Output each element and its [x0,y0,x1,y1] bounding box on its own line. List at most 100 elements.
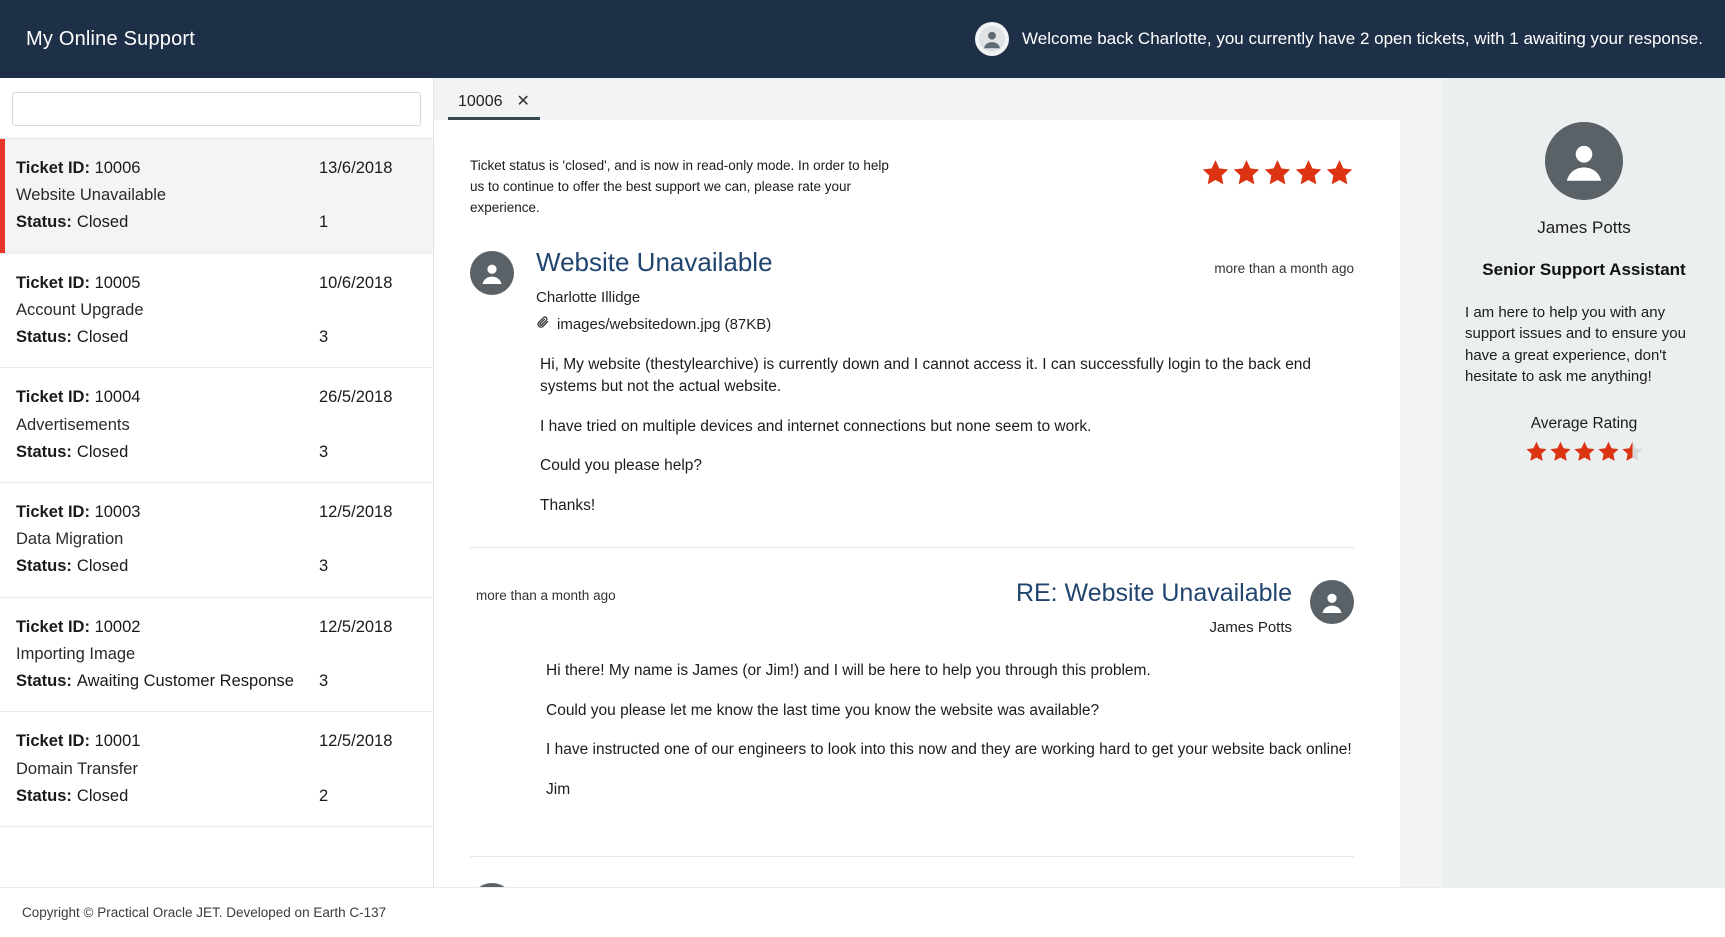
ticket-status-label: Status: [16,213,72,232]
star-icon [1549,440,1572,468]
message-paragraph: Hi there! My name is James (or Jim!) and… [546,662,1151,680]
ticket-id-value: 10006 [94,159,141,177]
message-attachment[interactable]: images/websitedown.jpg (87KB) [536,315,1192,334]
ticket-rating-stars[interactable] [1201,156,1354,192]
ticket-status-row: Status: Awaiting Customer Response 3 [16,668,415,695]
message-title: Website Unavailable [536,246,773,277]
average-rating-label: Average Rating [1530,415,1638,433]
reply-author: James Potts [1209,619,1292,637]
ticket-id-pair: Ticket ID: 10004 [16,384,140,411]
agent-blurb: I am here to help you with any support i… [1465,304,1686,385]
ticket-list-item-10002[interactable]: Ticket ID: 10002 12/5/2018 Importing Image… [0,597,433,713]
ticket-id-pair: Ticket ID: 10006 [16,155,140,182]
ticket-message-count: 3 [319,328,329,347]
ticket-id-row: Ticket ID: 10001 12/5/2018 [16,728,415,755]
status-banner: Ticket status is 'closed', and is now in… [470,156,1354,219]
app-footer: Copyright © Practical Oracle JET. Develo… [0,887,1725,937]
welcome-area: Welcome back Charlotte, you currently ha… [975,22,1703,56]
ticket-status-value: Closed [76,786,129,805]
star-icon [1232,158,1261,192]
ticket-id-row: Ticket ID: 10006 13/6/2018 [16,155,415,182]
ticket-status-value: Awaiting Customer Response [76,672,294,691]
tab-bar: 10006 ✕ [434,78,1443,120]
ticket-status-label: Status: [16,328,72,347]
star-icon [1573,440,1596,468]
star-icon [1621,440,1644,468]
ticket-id-pair: Ticket ID: 10002 [16,614,140,641]
ticket-subject: Website Unavailable [16,186,167,205]
agent-name: James Potts [1537,218,1631,237]
attachment-filename: images/websitedown.jpg (87KB) [557,315,772,333]
ticket-list-item-10001[interactable]: Ticket ID: 10001 12/5/2018 Domain Transfer… [0,712,433,827]
tab-10006[interactable]: 10006 ✕ [444,93,544,120]
paperclip-icon [536,315,550,334]
ticket-detail-card: Ticket status is 'closed', and is now in… [434,120,1400,887]
app-header: My Online Support Welcome back Charlotte… [0,0,1725,78]
ticket-list-item-10005[interactable]: Ticket ID: 10005 10/6/2018 Account Upgrade… [0,253,433,369]
close-icon[interactable]: ✕ [517,94,530,110]
message-meta: Website Unavailable Charlotte Illidge im… [536,247,1192,334]
ticket-status-row: Status: Closed 3 [16,324,415,351]
ticket-id-value: 10004 [94,388,141,407]
search-input[interactable] [12,92,421,126]
star-icon [1294,158,1323,192]
ticket-id-value: 10001 [94,732,141,751]
message-paragraph: Hi, My website (thestylearchive) is curr… [540,355,1312,396]
welcome-message: Welcome back Charlotte, you currently ha… [1022,29,1703,48]
ticket-subject: Importing Image [16,644,136,663]
tab-label: 10006 [458,93,503,110]
copyright-text: Copyright © Practical Oracle JET. Develo… [22,905,387,920]
ticket-status-pair: Status: Closed [16,324,128,351]
average-rating-stars [1461,440,1707,468]
ticket-subject: Data Migration [16,530,124,549]
ticket-id-label: Ticket ID: [16,732,90,751]
star-icon [1525,440,1548,468]
support-app: My Online Support Welcome back Charlotte… [0,0,1725,937]
ticket-status-label: Status: [16,442,72,461]
ticket-id-label: Ticket ID: [16,388,90,407]
ticket-status-value: Closed [76,328,129,347]
ticket-status-label: Status: [16,672,72,691]
ticket-id-value: 10005 [94,273,141,292]
ticket-id-row: Ticket ID: 10005 10/6/2018 [16,270,415,297]
ticket-message-count: 3 [319,442,329,461]
ticket-message-count: 3 [319,557,329,576]
agent-info-pane: James Potts Senior Support Assistant I a… [1443,78,1725,887]
message-author: Charlotte Illidge [536,288,641,306]
message-agent-reply: more than a month ago RE: Website Unavai… [470,547,1354,848]
ticket-date: 12/5/2018 [319,732,393,751]
star-icon [1201,158,1230,192]
ticket-status-label: Status: [16,786,72,805]
reply-meta: RE: Website Unavailable James Potts [1016,578,1292,636]
ticket-list: Ticket ID: 10006 13/6/2018 Website Unavail… [0,138,433,887]
user-avatar-icon [1310,580,1354,625]
agent-role: Senior Support Assistant [1482,260,1686,279]
message-body: Hi, My website (thestylearchive) is curr… [470,334,1354,517]
user-avatar-icon[interactable] [975,22,1010,56]
ticket-list-pane: Ticket ID: 10006 13/6/2018 Website Unavail… [0,78,434,887]
ticket-status-row: Status: Closed 1 [16,209,415,236]
ticket-subject: Advertisements [16,415,130,434]
ticket-date: 13/6/2018 [319,159,393,177]
ticket-status-pair: Status: Closed [16,783,128,810]
ticket-message-count: 3 [319,672,329,691]
ticket-date: 10/6/2018 [319,273,393,292]
star-icon [1325,158,1354,192]
ticket-id-value: 10002 [94,617,141,636]
ticket-list-item-10004[interactable]: Ticket ID: 10004 26/5/2018 Advertisements S… [0,368,433,483]
ticket-status-value: Closed [76,557,129,576]
ticket-status-value: Closed [76,442,129,461]
ticket-list-item-10006[interactable]: Ticket ID: 10006 13/6/2018 Website Unavail… [0,139,433,254]
reply-identity: RE: Website Unavailable James Potts [1016,578,1354,636]
message-timestamp: more than a month ago [1214,260,1354,276]
search-container [0,78,433,138]
ticket-date: 26/5/2018 [319,388,393,407]
app-brand-title: My Online Support [26,27,196,50]
ticket-id-label: Ticket ID: [16,502,90,521]
ticket-list-item-10003[interactable]: Ticket ID: 10003 12/5/2018 Data Migration S… [0,482,433,598]
message-header: Website Unavailable Charlotte Illidge im… [470,247,1354,334]
ticket-id-pair: Ticket ID: 10003 [16,499,140,526]
detail-scroll-region[interactable]: Ticket status is 'closed', and is now in… [434,120,1443,887]
ticket-status-row: Status: Closed 2 [16,783,415,810]
ticket-status-pair: Status: Awaiting Customer Response [16,668,294,695]
